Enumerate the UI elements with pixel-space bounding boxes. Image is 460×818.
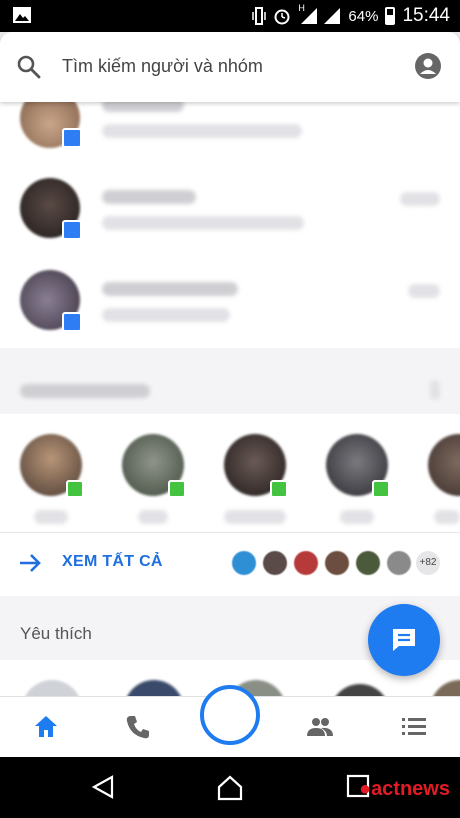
- active-now-header: [0, 348, 460, 414]
- favorite-avatar[interactable]: [330, 684, 390, 696]
- online-indicator-icon: [372, 480, 390, 498]
- favorite-avatar[interactable]: [22, 680, 82, 696]
- mini-avatar: [294, 551, 318, 575]
- arrow-right-icon: [20, 554, 41, 572]
- contact-name: [224, 510, 286, 524]
- signal-icon-2: [324, 8, 341, 24]
- home-nav-icon[interactable]: [216, 774, 244, 802]
- signal-icon: [301, 8, 318, 24]
- mini-avatar: [387, 551, 411, 575]
- compose-button[interactable]: [368, 604, 440, 676]
- search-icon[interactable]: [16, 54, 42, 80]
- online-indicator-icon: [270, 480, 288, 498]
- watermark-logo: ●actnews: [358, 778, 450, 800]
- mini-avatar: [263, 551, 287, 575]
- search-bar[interactable]: Tìm kiếm người và nhóm: [0, 32, 460, 102]
- message-preview: [102, 308, 230, 322]
- alarm-icon: [274, 9, 290, 25]
- contact-name: [102, 190, 196, 204]
- messenger-badge-icon: [62, 220, 82, 240]
- see-all-button[interactable]: XEM TẤT CẢ: [62, 553, 163, 571]
- contact-name: [138, 510, 168, 524]
- home-icon[interactable]: [32, 713, 60, 741]
- messenger-badge-icon: [62, 128, 82, 148]
- active-contact-avatar[interactable]: [428, 434, 460, 496]
- battery-icon: [385, 7, 396, 25]
- contact-name: [102, 282, 238, 296]
- favorite-avatar[interactable]: [430, 680, 460, 696]
- back-icon[interactable]: [90, 774, 116, 800]
- system-navigation-bar: ●actnews: [0, 756, 460, 818]
- contact-name: [34, 510, 68, 524]
- messenger-badge-icon: [62, 312, 82, 332]
- camera-button[interactable]: [200, 685, 260, 745]
- compose-icon: [393, 629, 415, 651]
- mini-avatar: [325, 551, 349, 575]
- clock: 15:44: [402, 5, 450, 26]
- see-all-row[interactable]: XEM TẤT CẢ +82: [0, 532, 460, 597]
- toggle[interactable]: [430, 380, 440, 400]
- active-contacts-row: [0, 414, 460, 532]
- more-count-badge[interactable]: +82: [416, 551, 440, 575]
- section-title: [20, 384, 150, 398]
- battery-percent: 64%: [348, 7, 379, 25]
- search-input[interactable]: Tìm kiếm người và nhóm: [62, 56, 263, 77]
- conversation-row[interactable]: [0, 172, 460, 264]
- favorite-avatar[interactable]: [124, 680, 184, 696]
- profile-icon[interactable]: [414, 52, 442, 80]
- bottom-tab-bar: [0, 685, 460, 757]
- status-bar: H 64% 15:44: [0, 0, 460, 32]
- list-icon[interactable]: [400, 713, 428, 741]
- mini-avatar: [232, 551, 256, 575]
- online-indicator-icon: [66, 480, 84, 498]
- timestamp: [408, 284, 440, 298]
- online-indicator-icon: [168, 480, 186, 498]
- favorites-title: Yêu thích: [20, 624, 92, 643]
- image-notification-icon: [13, 7, 31, 23]
- conversation-row[interactable]: [0, 264, 460, 348]
- contact-name: [340, 510, 374, 524]
- conversation-row[interactable]: [0, 102, 460, 172]
- message-preview: [102, 216, 304, 230]
- groups-icon[interactable]: [306, 713, 334, 741]
- contact-name: [434, 510, 460, 524]
- timestamp: [400, 192, 440, 206]
- mini-avatar: [356, 551, 380, 575]
- phone-icon[interactable]: [124, 713, 152, 741]
- message-preview: [102, 124, 302, 138]
- contact-name: [102, 102, 184, 112]
- vibrate-icon: [252, 7, 267, 25]
